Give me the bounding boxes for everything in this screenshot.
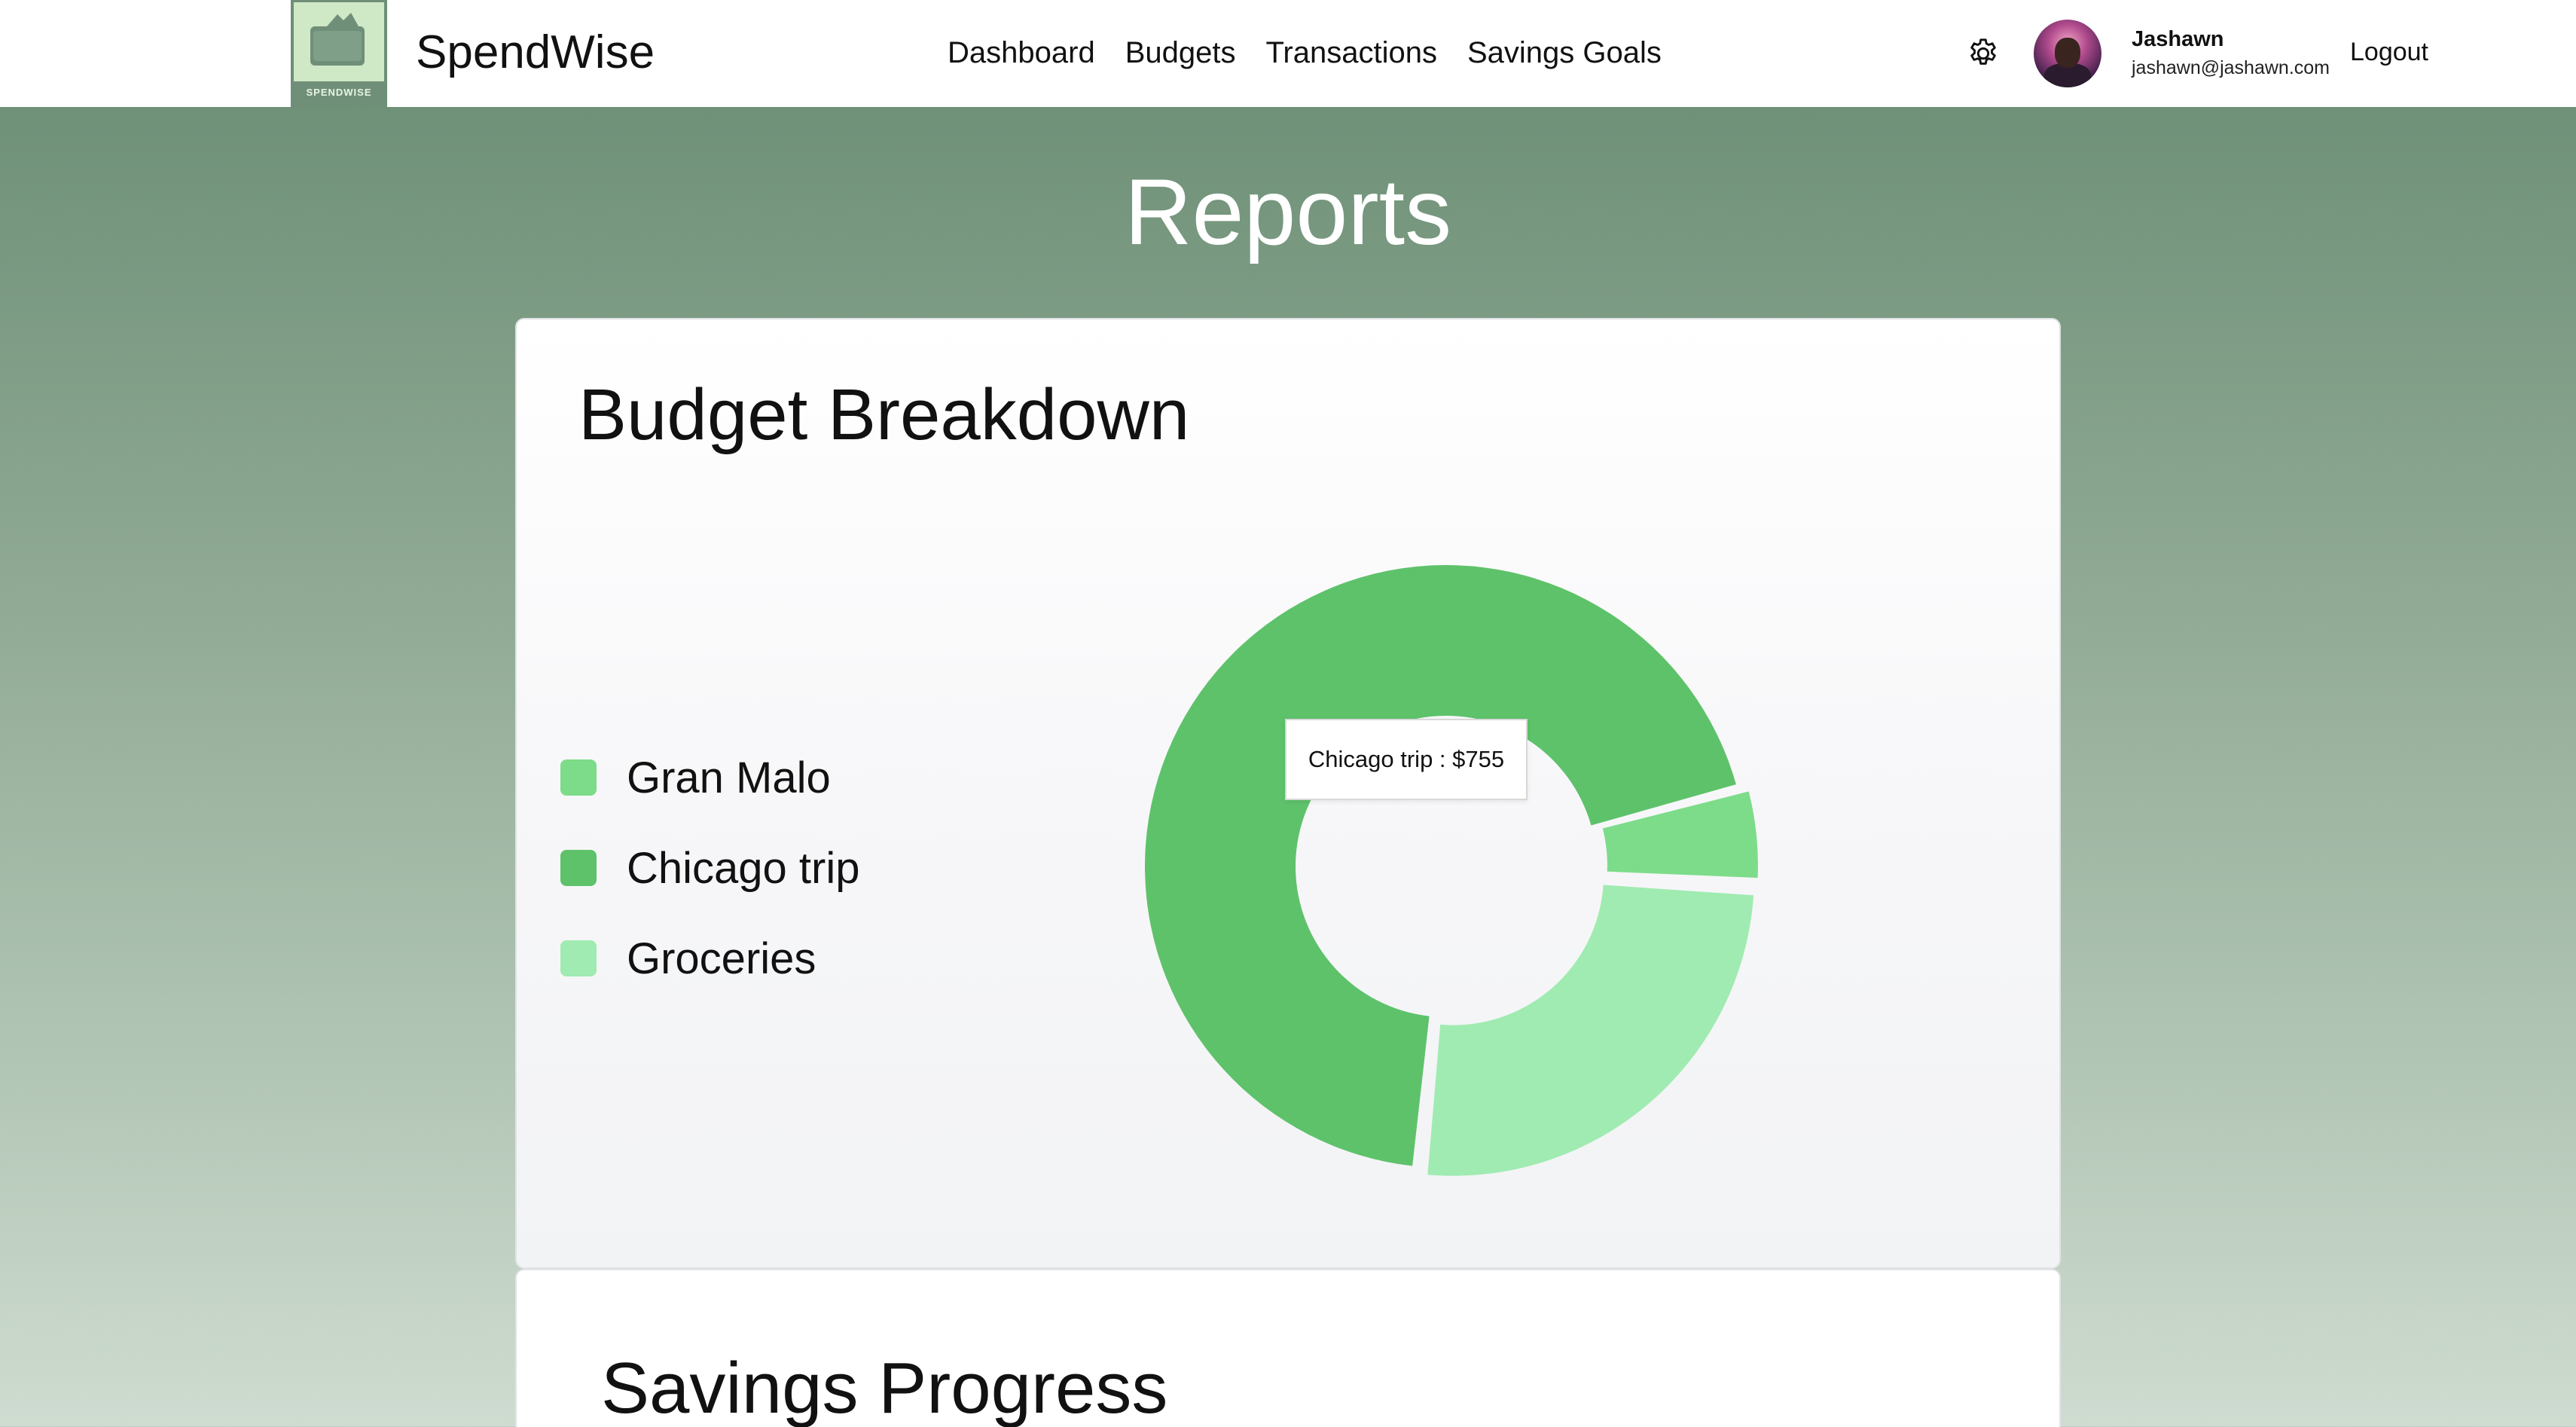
user-name: Jashawn [2132,27,2224,51]
legend-label: Chicago trip [627,843,860,893]
budget-doughnut-chart[interactable] [1115,535,1778,1198]
nav-budgets[interactable]: Budgets [1125,33,1236,72]
chart-legend: Gran Malo Chicago trip Groceries [560,732,859,1004]
avatar[interactable] [2034,20,2101,87]
nav-transactions[interactable]: Transactions [1265,33,1437,72]
legend-swatch [560,850,597,886]
chart-tooltip: Chicago trip : $755 [1285,719,1528,800]
main-nav: Dashboard Budgets Transactions Savings G… [948,33,1662,72]
user-email: jashawn@jashawn.com [2132,57,2330,78]
gear-icon[interactable] [1966,36,2001,71]
legend-label: Gran Malo [627,753,831,802]
nav-dashboard[interactable]: Dashboard [948,33,1095,72]
budget-breakdown-title: Budget Breakdown [578,374,1190,455]
legend-swatch [560,759,597,796]
logout-button[interactable]: Logout [2350,38,2428,67]
slice-groceries[interactable] [1427,885,1754,1176]
legend-label: Groceries [627,934,816,983]
page-title: Reports [1124,160,1452,264]
brand-name[interactable]: SpendWise [416,26,655,80]
top-navbar: SPENDWISE SpendWise Dashboard Budgets Tr… [0,0,2576,107]
savings-progress-card: Savings Progress [515,1269,2061,1427]
nav-savings-goals[interactable]: Savings Goals [1467,33,1662,72]
savings-progress-title: Savings Progress [601,1348,1168,1427]
avatar-face [2055,38,2080,68]
legend-item[interactable]: Groceries [560,913,859,1004]
logo-text: SPENDWISE [294,81,384,104]
spendwise-logo[interactable]: SPENDWISE [291,0,387,107]
legend-item[interactable]: Gran Malo [560,732,859,823]
legend-swatch [560,940,597,976]
wallet-icon [310,13,365,66]
legend-item[interactable]: Chicago trip [560,823,859,913]
